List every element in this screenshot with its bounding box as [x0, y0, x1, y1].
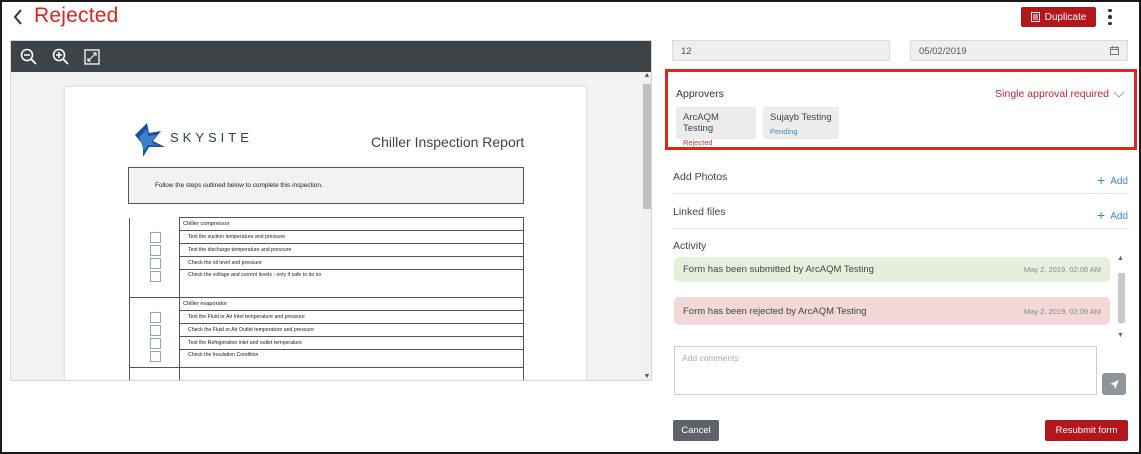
- checklist-item: Test the suction temperature and pressur…: [179, 230, 524, 244]
- add-linked-files-button[interactable]: + Add: [1097, 206, 1128, 223]
- activity-message: Form has been submitted by ArcAQM Testin…: [683, 264, 874, 275]
- scrollbar-thumb[interactable]: [1118, 273, 1125, 323]
- document-page-area[interactable]: SKYSITE Chiller Inspection Report Follow…: [11, 72, 641, 380]
- logo-text: SKYSITE: [170, 130, 253, 145]
- section-heading: Chiller compressor: [179, 217, 524, 231]
- activity-scrollbar[interactable]: ▲ ▼: [1116, 255, 1126, 339]
- activity-item: Form has been rejected by ArcAQM Testing…: [674, 297, 1110, 325]
- date-value: 05/02/2019: [919, 46, 967, 57]
- approver-name: Sujayb Testing: [770, 112, 832, 123]
- skysite-logo: SKYSITE: [133, 121, 273, 161]
- page-title: Rejected: [34, 4, 119, 27]
- approver-name: ArcAQM Testing: [683, 112, 719, 134]
- photos-row: Add Photos + Add: [672, 159, 1129, 194]
- date-field[interactable]: 05/02/2019: [910, 40, 1128, 61]
- approval-requirement: Single approval required: [995, 88, 1109, 100]
- checkbox[interactable]: [150, 231, 161, 243]
- approvers-panel: Approvers Single approval required ArcAQ…: [665, 69, 1137, 150]
- checklist-item: Test the Refrigeration inlet and outlet …: [179, 336, 524, 350]
- approver-chip[interactable]: ArcAQM Testing Rejected: [676, 107, 756, 147]
- document-page: SKYSITE Chiller Inspection Report Follow…: [65, 87, 586, 380]
- duplicate-button[interactable]: Duplicate: [1021, 7, 1096, 27]
- activity-item: Form has been submitted by ArcAQM Testin…: [674, 257, 1110, 282]
- plus-icon: +: [1097, 207, 1106, 223]
- calendar-icon[interactable]: [1110, 46, 1119, 55]
- activity-title: Activity: [673, 240, 707, 252]
- send-icon[interactable]: [1102, 373, 1126, 395]
- zoom-out-icon[interactable]: [19, 48, 37, 66]
- checkbox[interactable]: [150, 311, 161, 323]
- viewer-toolbar: [11, 41, 651, 72]
- scroll-down-arrow-icon[interactable]: ▼: [1117, 332, 1124, 339]
- cancel-button[interactable]: Cancel: [673, 420, 719, 441]
- scroll-up-arrow-icon[interactable]: ▲: [643, 72, 651, 80]
- report-title: Chiller Inspection Report: [371, 134, 525, 150]
- linked-files-row: Linked files + Add: [672, 194, 1129, 229]
- comments-input[interactable]: Add comments: [674, 346, 1097, 395]
- linked-files-label: Linked files: [673, 206, 726, 218]
- checklist-item: Test the Fluid or Air Inlet temperature …: [179, 310, 524, 324]
- checkbox[interactable]: [150, 337, 161, 349]
- approver-status: Pending: [770, 127, 798, 136]
- approver-status: Rejected: [683, 138, 713, 147]
- duplicate-label: Duplicate: [1044, 11, 1087, 23]
- checklist-item: Check the voltage and current levels - o…: [179, 269, 524, 298]
- instructions-box: Follow the steps outlined below to compl…: [128, 167, 524, 204]
- approver-chip[interactable]: Sujayb Testing Pending: [763, 107, 839, 139]
- checkbox[interactable]: [150, 244, 161, 256]
- viewer-scrollbar[interactable]: ▲ ▼: [641, 72, 651, 380]
- checkbox[interactable]: [150, 324, 161, 336]
- activity-time: May 2, 2019, 02:09 AM: [1023, 306, 1101, 316]
- checklist-table: Chiller compressor Test the suction temp…: [129, 217, 524, 380]
- checklist-item: Test the discharge temperature and press…: [179, 243, 524, 257]
- add-photos-button[interactable]: + Add: [1097, 171, 1128, 188]
- photos-label: Add Photos: [673, 171, 728, 183]
- activity-time: May 2, 2019, 02:08 AM: [1023, 265, 1101, 274]
- resubmit-form-button[interactable]: Resubmit form: [1045, 420, 1128, 441]
- checkbox[interactable]: [150, 270, 161, 282]
- scrollbar-thumb[interactable]: [643, 84, 651, 209]
- back-arrow-icon[interactable]: [10, 6, 26, 28]
- checklist-item: Check the Fluid or Air Outlet temperatur…: [179, 323, 524, 337]
- plus-icon: +: [1097, 172, 1106, 188]
- scroll-down-arrow-icon[interactable]: ▼: [643, 373, 651, 380]
- number-field[interactable]: 12: [672, 40, 890, 61]
- checklist-item: Check the oil level and pressure: [179, 256, 524, 270]
- checkbox[interactable]: [150, 257, 161, 269]
- approvers-title: Approvers: [676, 88, 724, 100]
- checklist-item: Check the Insulation Condition: [179, 349, 524, 368]
- duplicate-icon: [1030, 12, 1040, 22]
- more-options-icon[interactable]: [1105, 6, 1115, 28]
- chevron-down-icon[interactable]: [1113, 91, 1125, 99]
- scroll-up-arrow-icon[interactable]: ▲: [1117, 255, 1124, 262]
- checkbox[interactable]: [150, 350, 161, 362]
- fullscreen-icon[interactable]: [83, 48, 101, 66]
- section-heading: Chiller evaporator: [179, 297, 524, 311]
- activity-message: Form has been rejected by ArcAQM Testing: [683, 305, 867, 317]
- zoom-in-icon[interactable]: [51, 48, 69, 66]
- document-viewer: SKYSITE Chiller Inspection Report Follow…: [10, 40, 652, 381]
